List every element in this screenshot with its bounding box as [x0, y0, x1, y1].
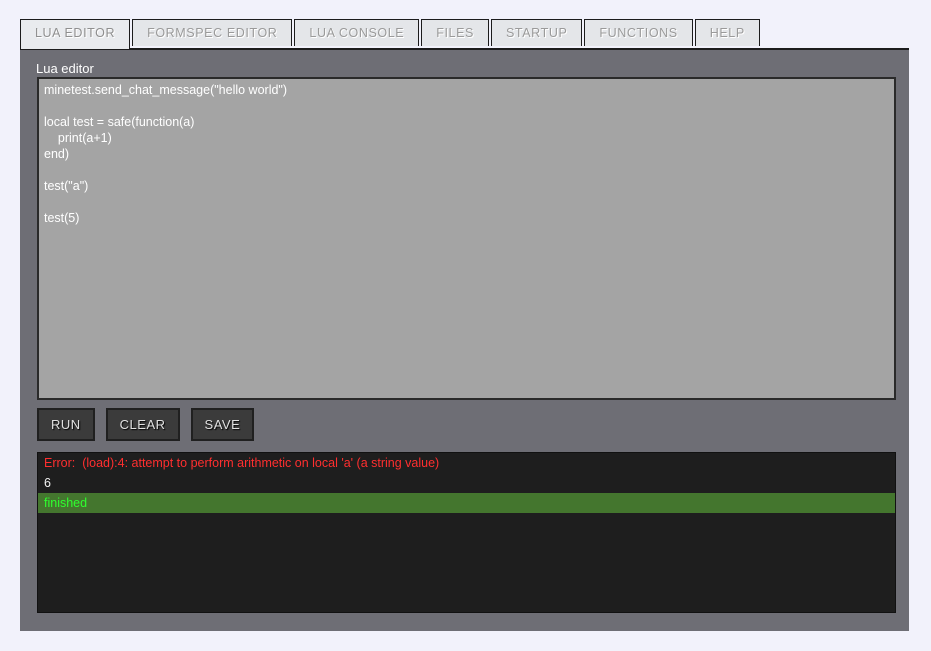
- tab-lua-console[interactable]: LUA CONSOLE: [294, 19, 420, 46]
- tab-functions[interactable]: FUNCTIONS: [584, 19, 693, 46]
- console-line: finished: [38, 493, 895, 513]
- tab-startup[interactable]: STARTUP: [491, 19, 583, 46]
- console-output[interactable]: Error: (load):4: attempt to perform arit…: [37, 452, 896, 613]
- main-panel: Lua editor RUN CLEAR SAVE Error: (load):…: [20, 48, 909, 631]
- tab-formspec-editor[interactable]: FORMSPEC EDITOR: [132, 19, 293, 46]
- editor-button-row: RUN CLEAR SAVE: [37, 408, 265, 441]
- run-button[interactable]: RUN: [37, 408, 95, 441]
- editor-label: Lua editor: [36, 61, 94, 76]
- tab-help[interactable]: HELP: [694, 19, 760, 46]
- console-line: Error: (load):4: attempt to perform arit…: [44, 456, 440, 470]
- console-line: 6: [44, 476, 51, 490]
- save-button[interactable]: SAVE: [190, 408, 255, 441]
- tab-bar: LUA EDITOR FORMSPEC EDITOR LUA CONSOLE F…: [20, 19, 762, 51]
- tab-files[interactable]: FILES: [421, 19, 489, 46]
- tab-lua-editor[interactable]: LUA EDITOR: [20, 19, 131, 49]
- clear-button[interactable]: CLEAR: [105, 408, 180, 441]
- lua-code-editor[interactable]: [37, 77, 896, 400]
